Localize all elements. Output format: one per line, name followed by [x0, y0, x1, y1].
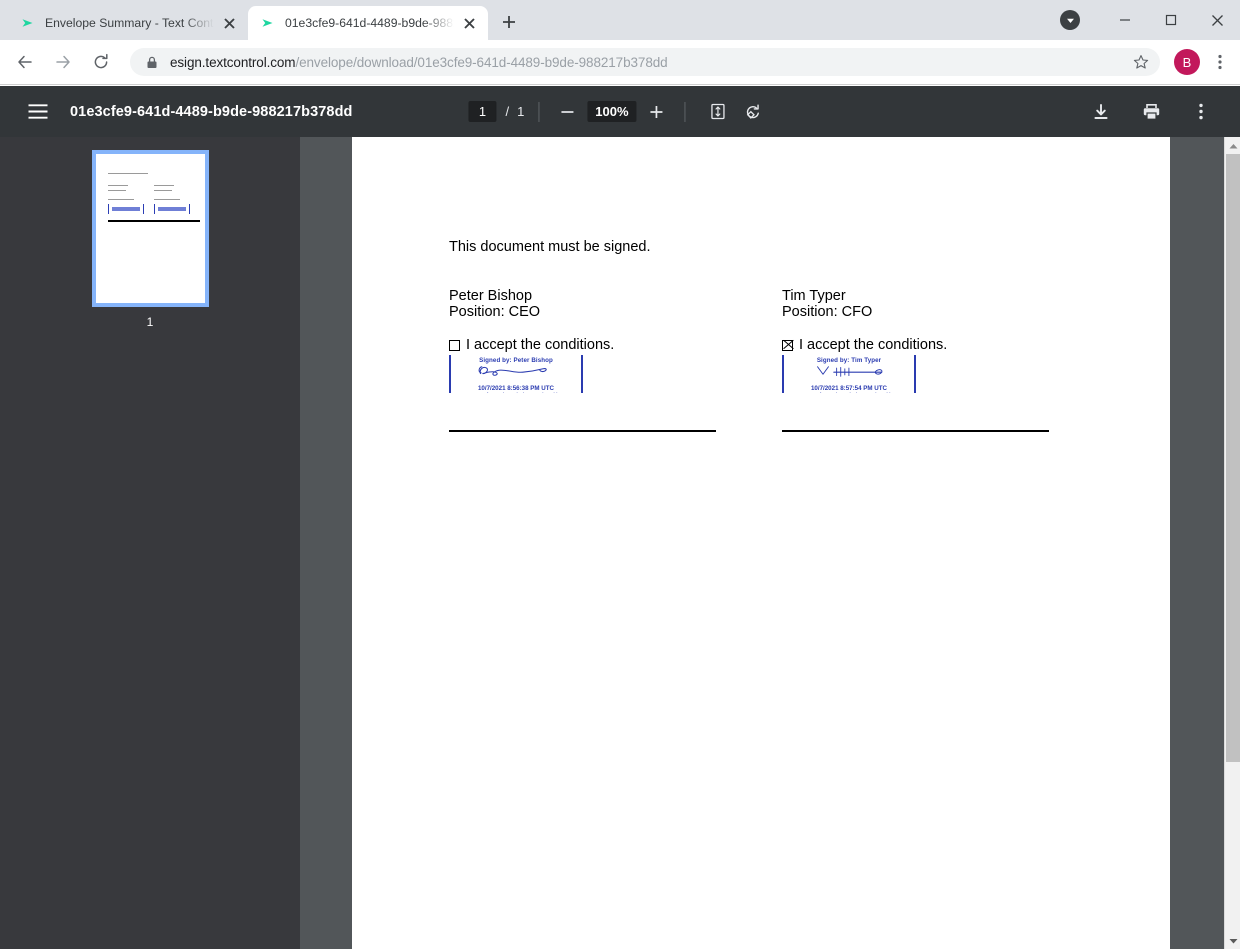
- tab-title: Envelope Summary - Text Control: [45, 16, 214, 30]
- tab-title: 01e3cfe9-641d-4489-b9de-9882: [285, 16, 454, 30]
- textcontrol-arrow-icon: [260, 15, 276, 31]
- thumb-signature-box: [107, 204, 144, 214]
- thumb-signature-mark: [157, 207, 186, 211]
- signature-envelope-id-left: 01e3cfe9-641d-4489-b9de-988217b378dd: [451, 392, 581, 393]
- thumbnail-page-1[interactable]: [91, 150, 209, 307]
- page-number-input[interactable]: 1: [468, 101, 497, 122]
- url-text: esign.textcontrol.com/envelope/download/…: [170, 55, 1128, 70]
- toolbar-divider: [538, 101, 540, 122]
- browser-menu-button[interactable]: [1208, 54, 1232, 70]
- window-maximize-button[interactable]: [1148, 4, 1194, 36]
- thumb-line: [153, 199, 180, 201]
- document-content: This document must be signed. Peter Bish…: [352, 137, 1170, 949]
- thumb-signature-box: [153, 204, 190, 214]
- signature-line-right: [782, 430, 1049, 432]
- thumb-line: [153, 190, 172, 192]
- textcontrol-arrow-icon: [20, 15, 36, 31]
- profile-avatar[interactable]: B: [1174, 49, 1200, 75]
- signer-name-left: Peter Bishop: [449, 288, 533, 304]
- scroll-up-arrow-icon[interactable]: [1225, 137, 1240, 154]
- accept-conditions-left: I accept the conditions.: [449, 337, 614, 353]
- browser-toolbar: esign.textcontrol.com/envelope/download/…: [0, 40, 1240, 85]
- hamburger-menu-icon[interactable]: [18, 104, 58, 119]
- accept-label: I accept the conditions.: [799, 337, 948, 353]
- url-path: /envelope/download/01e3cfe9-641d-4489-b9…: [295, 54, 668, 70]
- pdf-toolbar: 01e3cfe9-641d-4489-b9de-988217b378dd 1 /…: [0, 86, 1240, 137]
- signature-line-left: [449, 430, 716, 432]
- pdf-toolbar-right: [1076, 97, 1240, 127]
- signature-mark-right: [817, 366, 883, 377]
- back-button[interactable]: [8, 45, 42, 79]
- thumbnail-list: 1: [0, 137, 300, 329]
- document-intro-text: This document must be signed.: [449, 239, 651, 255]
- download-icon[interactable]: [1086, 97, 1116, 127]
- accept-label: I accept the conditions.: [466, 337, 615, 353]
- pdf-page-area: This document must be signed. Peter Bish…: [300, 137, 1240, 949]
- rotate-counterclockwise-icon[interactable]: [739, 97, 769, 127]
- thumbnail-preview: [95, 154, 205, 303]
- checkbox-unchecked-icon: [449, 339, 460, 351]
- signature-block-left: Signed by: Peter Bishop 10/7/2021 8:56:3…: [449, 355, 583, 393]
- scroll-down-arrow-icon[interactable]: [1225, 932, 1240, 949]
- signature-envelope-id-right: 01e3cfe9-641d-4489-b9de-988217b378dd: [784, 392, 914, 393]
- kebab-menu-icon[interactable]: [1186, 97, 1216, 127]
- signer-name-right: Tim Typer: [782, 288, 846, 304]
- pdf-viewer: 01e3cfe9-641d-4489-b9de-988217b378dd 1 /…: [0, 86, 1240, 949]
- tabstrip-right-controls: [1056, 0, 1240, 40]
- thumb-line: [107, 199, 134, 201]
- accept-conditions-right: I accept the conditions.: [782, 337, 947, 353]
- signature-date-left: 10/7/2021 8:56:38 PM UTC: [477, 385, 554, 392]
- vertical-scrollbar[interactable]: [1224, 137, 1240, 949]
- pdf-viewer-body: 1 This document must be signed. Peter Bi…: [0, 137, 1240, 949]
- pdf-document-title: 01e3cfe9-641d-4489-b9de-988217b378dd: [70, 103, 353, 120]
- browser-tab-envelope-download[interactable]: 01e3cfe9-641d-4489-b9de-9882: [248, 6, 488, 40]
- window-close-button[interactable]: [1194, 4, 1240, 36]
- fit-to-page-icon[interactable]: [703, 97, 733, 127]
- pdf-page-controls: 1 / 1 100%: [468, 86, 771, 137]
- thumb-line: [107, 185, 128, 187]
- signature-block-right: Signed by: Tim Typer 10/7/2021 8:57:54 P…: [782, 355, 916, 393]
- zoom-out-button[interactable]: [553, 98, 581, 126]
- close-icon[interactable]: [460, 14, 478, 32]
- forward-button[interactable]: [46, 45, 80, 79]
- signature-mark-left: [478, 366, 547, 376]
- lock-icon: [144, 56, 160, 69]
- tab-strip: Envelope Summary - Text Control 01e3cfe9…: [0, 0, 1240, 40]
- new-tab-button[interactable]: [494, 7, 524, 37]
- signer-position-right: Position: CFO: [782, 304, 873, 320]
- page-separator: /: [505, 104, 510, 119]
- signer-position-left: Position: CEO: [449, 304, 541, 320]
- signature-date-right: 10/7/2021 8:57:54 PM UTC: [810, 385, 887, 392]
- browser-window: Envelope Summary - Text Control 01e3cfe9…: [0, 0, 1240, 949]
- thumb-line: [153, 185, 174, 187]
- thumbnail-page-label: 1: [146, 315, 154, 329]
- checkbox-checked-icon: [782, 339, 793, 351]
- print-icon[interactable]: [1136, 97, 1166, 127]
- thumb-rule: [151, 220, 200, 222]
- thumb-line: [107, 190, 126, 192]
- zoom-in-button[interactable]: [643, 98, 671, 126]
- toolbar-divider: [684, 101, 686, 122]
- chevron-down-circle-icon: [1060, 10, 1080, 30]
- url-host: esign.textcontrol.com: [170, 54, 296, 70]
- window-minimize-button[interactable]: [1102, 4, 1148, 36]
- thumb-rule: [107, 220, 156, 222]
- page-margin: [300, 137, 352, 949]
- tab-search-button[interactable]: [1056, 6, 1084, 34]
- thumb-line: [107, 173, 148, 175]
- pdf-page-1: This document must be signed. Peter Bish…: [352, 137, 1170, 949]
- signature-signed-by-right: Signed by: Tim Typer: [816, 357, 882, 364]
- thumbnail-sidebar: 1: [0, 137, 300, 949]
- address-bar[interactable]: esign.textcontrol.com/envelope/download/…: [130, 48, 1160, 76]
- page-total-label: 1: [517, 104, 525, 119]
- signature-signed-by-left: Signed by: Peter Bishop: [479, 357, 553, 364]
- browser-tab-envelope-summary[interactable]: Envelope Summary - Text Control: [8, 6, 248, 40]
- scrollbar-thumb[interactable]: [1226, 154, 1240, 762]
- close-icon[interactable]: [220, 14, 238, 32]
- reload-button[interactable]: [84, 45, 118, 79]
- zoom-level-value[interactable]: 100%: [587, 101, 637, 122]
- thumb-signature-mark: [111, 207, 140, 211]
- bookmark-star-icon[interactable]: [1128, 54, 1154, 70]
